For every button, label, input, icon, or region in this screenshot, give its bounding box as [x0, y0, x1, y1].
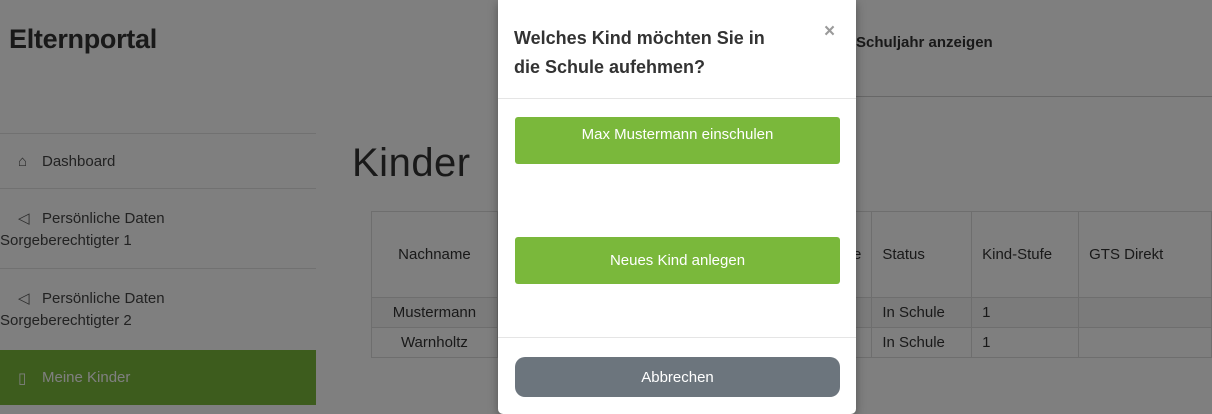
- dialog-header: Welches Kind möchten Sie in die Schule a…: [498, 0, 856, 99]
- dialog-footer: Abbrechen: [498, 337, 856, 414]
- enroll-child-button[interactable]: Max Mustermann einschulen: [515, 117, 840, 164]
- select-child-dialog: Welches Kind möchten Sie in die Schule a…: [498, 0, 856, 414]
- new-child-button[interactable]: Neues Kind anlegen: [515, 237, 840, 284]
- close-icon[interactable]: ×: [824, 22, 835, 41]
- dialog-title: Welches Kind möchten Sie in die Schule a…: [514, 28, 765, 77]
- cancel-button[interactable]: Abbrechen: [515, 357, 840, 397]
